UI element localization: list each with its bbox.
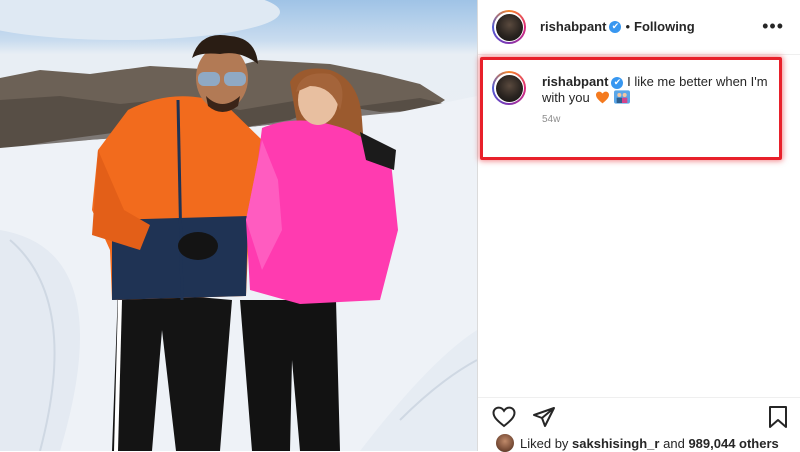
photo-illustration (0, 0, 477, 451)
likes-count[interactable]: 989,044 others (688, 436, 778, 451)
bookmark-icon[interactable] (768, 405, 788, 429)
actions-divider (478, 397, 800, 398)
sunglasses-right (224, 72, 246, 86)
sunglasses-left (198, 72, 220, 86)
verified-badge-icon: ✔ (611, 76, 624, 89)
caption-username[interactable]: rishabpant (542, 74, 608, 89)
author-avatar[interactable] (492, 10, 526, 44)
likes-prefix: Liked by (520, 435, 569, 451)
post-header: rishabpant ✔ • Following ••• (478, 0, 800, 55)
more-options-icon[interactable]: ••• (762, 17, 784, 35)
woman-pants (240, 300, 340, 451)
caption: rishabpant ✔ I like me better when I'm wi… (542, 74, 772, 106)
post-photo[interactable] (0, 0, 477, 451)
sky-clouds (0, 0, 280, 40)
separator-dot: • (625, 19, 631, 34)
caption-timestamp[interactable]: 54w (542, 114, 560, 125)
heart-icon[interactable] (492, 406, 516, 428)
likes-summary: Liked by sakshisingh_r and 989,044 other… (496, 434, 779, 452)
caption-highlight-box (480, 57, 782, 160)
panel-divider (477, 0, 478, 451)
liker-avatar[interactable] (496, 434, 514, 452)
author-username[interactable]: rishabpant (540, 19, 606, 34)
verified-badge-icon: ✔ (609, 20, 622, 33)
likes-and: and (663, 435, 685, 451)
avatar-image (495, 13, 523, 41)
orange-heart-icon (596, 91, 610, 104)
caption-avatar[interactable] (492, 71, 526, 105)
share-icon[interactable] (532, 406, 556, 428)
following-button[interactable]: Following (634, 19, 695, 34)
liker-username[interactable]: sakshisingh_r (572, 436, 659, 451)
header-meta: rishabpant ✔ • Following (540, 19, 695, 34)
couple-icon (613, 90, 630, 104)
avatar-image (495, 74, 523, 102)
man-glove (178, 232, 218, 260)
